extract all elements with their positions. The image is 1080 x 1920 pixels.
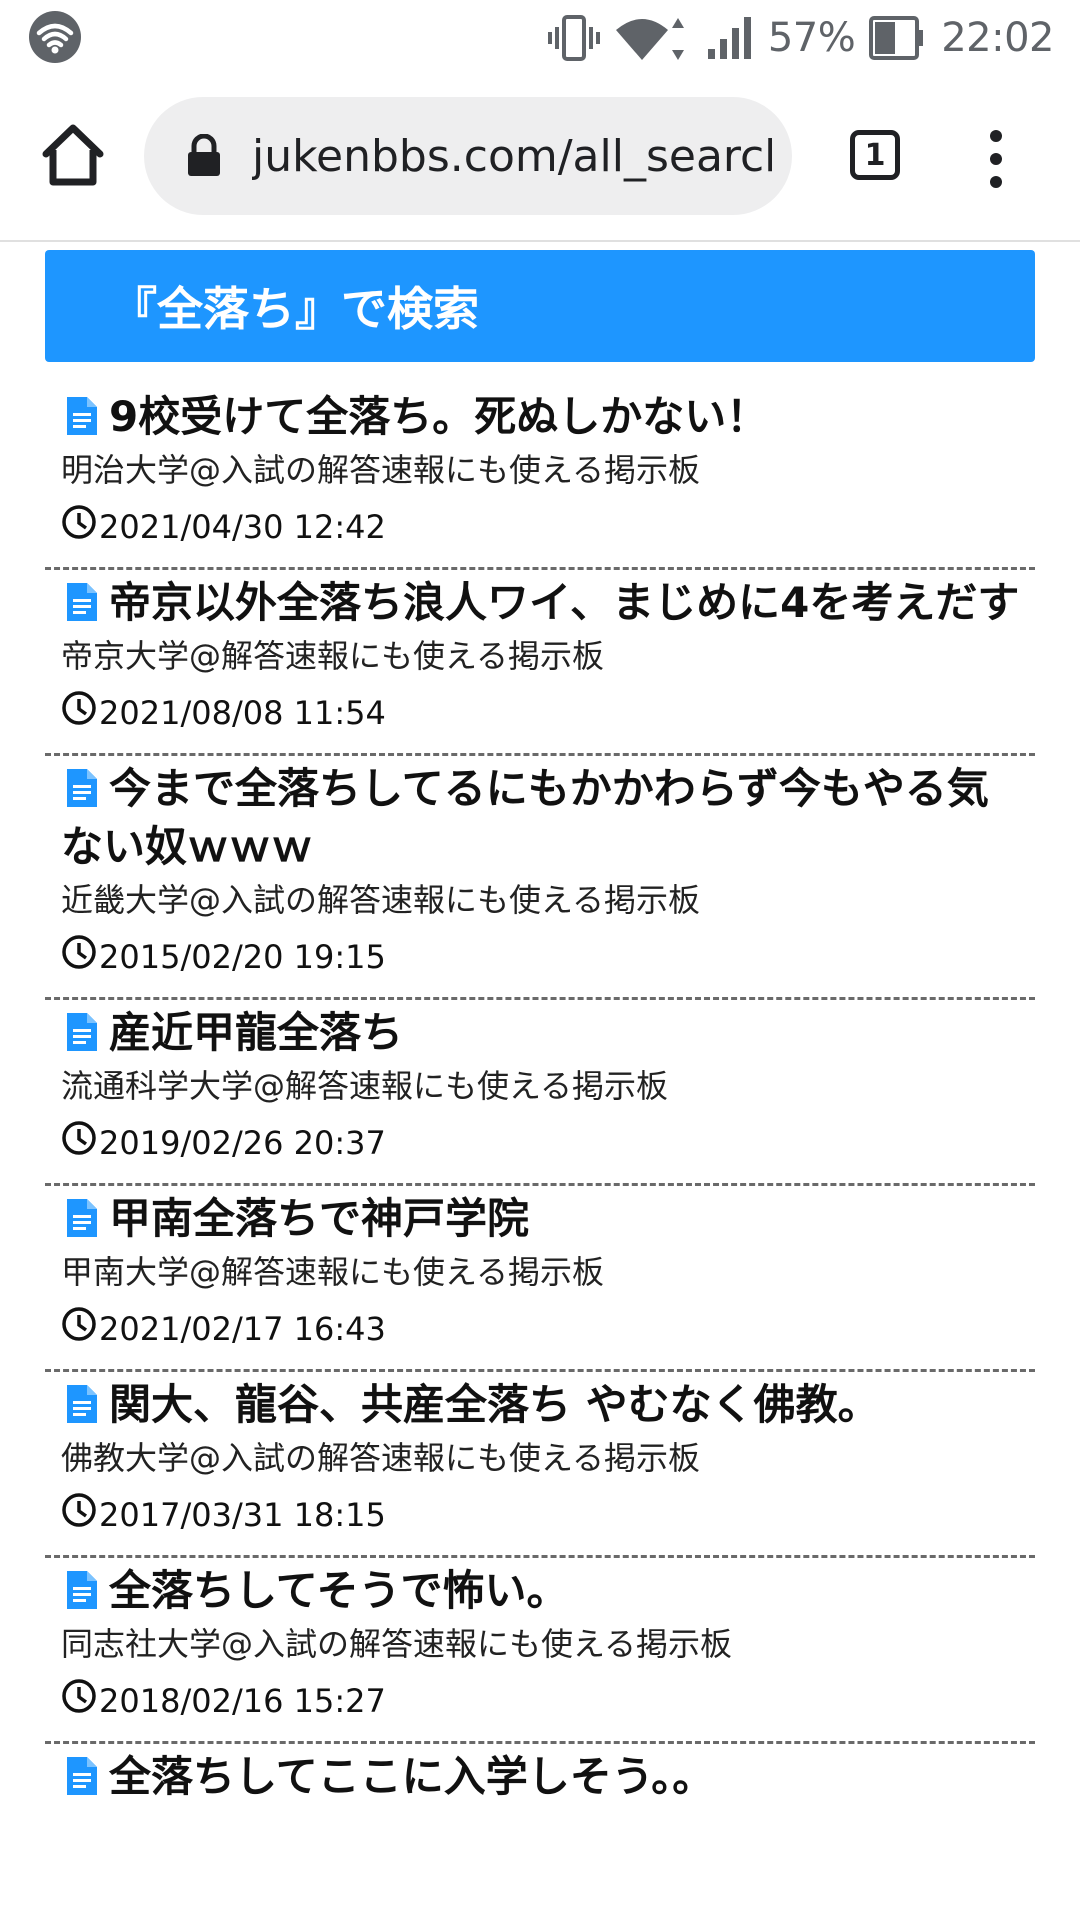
result-board: 同志社大学@入試の解答速報にも使える掲示板 [61,1625,733,1663]
list-item[interactable]: 産近甲龍全落ち 流通科学大学@解答速報にも使える掲示板 2019/02/26 2… [45,1000,1035,1186]
home-icon[interactable] [38,120,108,190]
result-title-row[interactable]: 9校受けて全落ち。死ぬしかない！ [61,384,1035,446]
document-icon [67,392,97,435]
url-bar[interactable]: jukenbbs.com/all_search [144,97,792,215]
result-time: 2021/04/30 12:42 [61,504,1035,567]
status-bar: 57% 22:02 [0,0,1080,76]
result-board: 甲南大学@解答速報にも使える掲示板 [61,1253,605,1291]
results-list: 9校受けて全落ち。死ぬしかない！ 明治大学@入試の解答速報にも使える掲示板 20… [45,384,1035,1806]
document-icon [67,1752,97,1795]
document-icon [67,1008,97,1051]
result-date: 2018/02/16 15:27 [99,1681,386,1720]
page-content: 『全落ち』で検索 9校受けて全落ち。死ぬしかない！ 明治大学@入試の解答速報にも… [0,242,1080,1920]
result-date: 2019/02/26 20:37 [99,1123,386,1162]
tab-switcher-button[interactable]: 1 [850,130,900,180]
search-header: 『全落ち』で検索 [45,250,1035,362]
result-title[interactable]: 甲南全落ちで神戸学院 [109,1194,529,1243]
clock-icon [61,504,99,549]
clock-icon [61,690,99,735]
lock-icon [186,133,222,178]
list-item[interactable]: 全落ちしてここに入学しそう。。 [45,1744,1035,1806]
clock-time: 22:02 [941,15,1054,61]
result-title[interactable]: 全落ちしてここに入学しそう。。 [109,1752,714,1801]
list-item[interactable]: 甲南全落ちで神戸学院 甲南大学@解答速報にも使える掲示板 2021/02/17 … [45,1186,1035,1372]
clock-icon [61,1120,99,1165]
result-date: 2017/03/31 18:15 [99,1495,386,1534]
result-board: 明治大学@入試の解答速報にも使える掲示板 [61,451,701,489]
signal-icon [707,15,754,61]
document-icon [67,1566,97,1609]
wifi-icon [614,14,694,62]
clock-icon [61,1678,99,1723]
document-icon [67,1194,97,1237]
battery-icon [869,16,925,60]
result-date: 2021/08/08 11:54 [99,693,386,732]
browser-toolbar: jukenbbs.com/all_search 1 [0,76,1080,242]
result-title[interactable]: 関大、龍谷、共産全落ち やむなく佛教。 [109,1380,880,1429]
result-board: 帝京大学@解答速報にも使える掲示板 [61,637,605,675]
clock-icon [61,1492,99,1537]
result-time: 2021/02/17 16:43 [61,1306,1035,1369]
list-item[interactable]: 今まで全落ちしてるにもかかわらず今もやる気ない奴ｗｗｗ 近畿大学@入試の解答速報… [45,756,1035,1000]
result-board: 佛教大学@入試の解答速報にも使える掲示板 [61,1439,701,1477]
result-title-row[interactable]: 関大、龍谷、共産全落ち やむなく佛教。 [61,1372,1035,1434]
result-board: 近畿大学@入試の解答速報にも使える掲示板 [61,881,701,919]
result-board: 流通科学大学@解答速報にも使える掲示板 [61,1067,669,1105]
result-title[interactable]: 産近甲龍全落ち [109,1008,403,1057]
document-icon [67,764,97,807]
result-date: 2021/04/30 12:42 [99,507,386,546]
list-item[interactable]: 9校受けて全落ち。死ぬしかない！ 明治大学@入試の解答速報にも使える掲示板 20… [45,384,1035,570]
result-time: 2021/08/08 11:54 [61,690,1035,753]
list-item[interactable]: 関大、龍谷、共産全落ち やむなく佛教。 佛教大学@入試の解答速報にも使える掲示板… [45,1372,1035,1558]
result-time: 2017/03/31 18:15 [61,1492,1035,1555]
result-title[interactable]: 今まで全落ちしてるにもかかわらず今もやる気ない奴ｗｗｗ [61,764,989,871]
vibrate-icon [547,15,600,61]
result-time: 2018/02/16 15:27 [61,1678,1035,1741]
more-vert-icon[interactable] [976,124,1016,194]
result-title-row[interactable]: 帝京以外全落ち浪人ワイ、まじめに4を考えだす [61,570,1035,632]
result-title-row[interactable]: 甲南全落ちで神戸学院 [61,1186,1035,1248]
result-title-row[interactable]: 全落ちしてここに入学しそう。。 [61,1744,1035,1806]
result-title-row[interactable]: 今まで全落ちしてるにもかかわらず今もやる気ない奴ｗｗｗ [61,756,1035,876]
result-title-row[interactable]: 全落ちしてそうで怖い。 [61,1558,1035,1620]
url-text[interactable]: jukenbbs.com/all_search [252,131,772,182]
result-time: 2019/02/26 20:37 [61,1120,1035,1183]
clock-icon [61,1306,99,1351]
result-title-row[interactable]: 産近甲龍全落ち [61,1000,1035,1062]
document-icon [67,578,97,621]
result-title[interactable]: 帝京以外全落ち浪人ワイ、まじめに4を考えだす [109,578,1019,627]
result-date: 2015/02/20 19:15 [99,937,386,976]
clock-icon [61,934,99,979]
result-date: 2021/02/17 16:43 [99,1309,386,1348]
list-item[interactable]: 全落ちしてそうで怖い。 同志社大学@入試の解答速報にも使える掲示板 2018/0… [45,1558,1035,1744]
wifi-status-icon [28,10,82,64]
document-icon [67,1380,97,1423]
battery-percent: 57% [767,15,856,61]
status-icons: 57% 22:02 [547,8,1054,68]
result-time: 2015/02/20 19:15 [61,934,1035,997]
list-item[interactable]: 帝京以外全落ち浪人ワイ、まじめに4を考えだす 帝京大学@解答速報にも使える掲示板… [45,570,1035,756]
result-title[interactable]: 全落ちしてそうで怖い。 [109,1566,568,1615]
result-title[interactable]: 9校受けて全落ち。死ぬしかない！ [109,392,768,441]
